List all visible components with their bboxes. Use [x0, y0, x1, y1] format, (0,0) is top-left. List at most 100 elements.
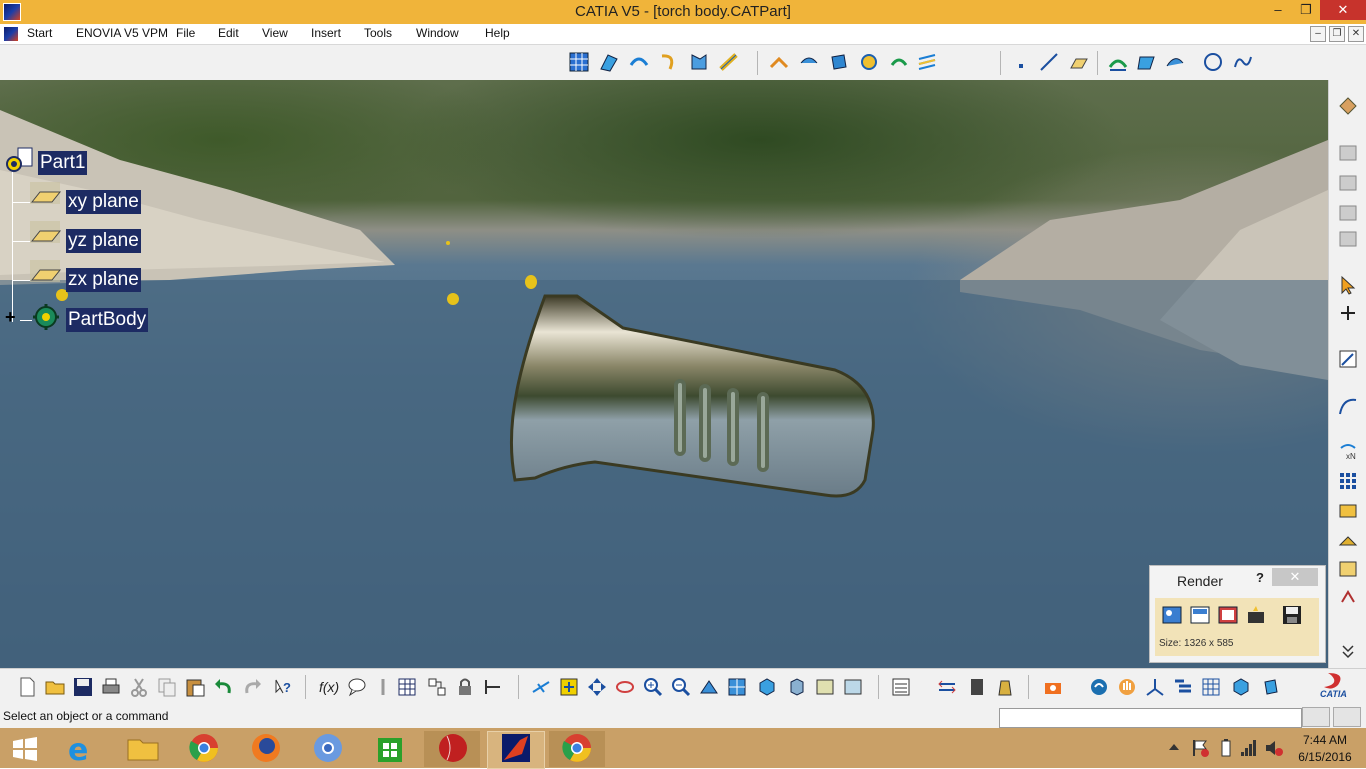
curve-icon[interactable]: [1337, 395, 1359, 417]
line-icon[interactable]: [1038, 51, 1060, 73]
pan-icon[interactable]: [586, 676, 608, 698]
measure-icon[interactable]: [482, 676, 504, 698]
shading-icon[interactable]: [786, 676, 808, 698]
copy-icon[interactable]: [156, 676, 178, 698]
refresh-icon[interactable]: [1088, 676, 1110, 698]
fly-mode-icon[interactable]: [530, 676, 552, 698]
catalog-icon[interactable]: [426, 676, 448, 698]
hide-show-icon[interactable]: [814, 676, 836, 698]
doc-close-button[interactable]: ✕: [1348, 26, 1364, 42]
join-icon[interactable]: [768, 51, 790, 73]
pattern-icon[interactable]: [1337, 470, 1359, 492]
render-shelf-icon[interactable]: [1337, 202, 1359, 224]
knowledge-icon[interactable]: [346, 676, 368, 698]
select-arrow-icon[interactable]: [1337, 274, 1359, 296]
panel-close-button[interactable]: ✕: [1272, 568, 1318, 586]
zoom-out-icon[interactable]: [670, 676, 692, 698]
extract-icon[interactable]: [888, 51, 910, 73]
render-quick-icon[interactable]: [1245, 604, 1267, 626]
menu-view[interactable]: View: [262, 26, 288, 40]
spline-icon[interactable]: [1232, 51, 1254, 73]
menu-edit[interactable]: Edit: [218, 26, 239, 40]
render-shelf-icon[interactable]: [1337, 142, 1359, 164]
store-icon[interactable]: [374, 732, 406, 764]
fillet-icon[interactable]: [916, 51, 938, 73]
doc-restore-button[interactable]: ❐: [1329, 26, 1345, 42]
grid-icon[interactable]: [1200, 676, 1222, 698]
sketch-grid-icon[interactable]: [568, 51, 590, 73]
volume-muted-icon[interactable]: [1264, 738, 1284, 758]
expand-toggle[interactable]: +: [5, 308, 16, 326]
design-table-icon[interactable]: [396, 676, 418, 698]
circle-icon[interactable]: [1202, 51, 1224, 73]
rotate-icon[interactable]: [614, 676, 636, 698]
menu-window[interactable]: Window: [416, 26, 459, 40]
tree-toggle-icon[interactable]: [1172, 676, 1194, 698]
cut-icon[interactable]: [128, 676, 150, 698]
render-image-icon[interactable]: [1161, 604, 1183, 626]
plane-icon[interactable]: [28, 258, 64, 286]
chevron-up-icon[interactable]: [1168, 742, 1180, 752]
plane-icon[interactable]: [1068, 51, 1090, 73]
menu-tools[interactable]: Tools: [364, 26, 392, 40]
command-input[interactable]: [999, 708, 1302, 728]
transform-icon[interactable]: xN: [1337, 440, 1359, 462]
parallel-curve-icon[interactable]: [1164, 51, 1186, 73]
tree-node-yz-plane[interactable]: yz plane: [66, 229, 141, 253]
windows-start-icon[interactable]: [12, 737, 38, 761]
swap-visible-space-icon[interactable]: [842, 676, 864, 698]
chrome-icon[interactable]: [188, 732, 220, 764]
command-options-button[interactable]: [1333, 707, 1361, 727]
law-icon[interactable]: [372, 676, 394, 698]
battery-icon[interactable]: [1218, 738, 1234, 758]
projection-icon[interactable]: [1107, 51, 1129, 73]
sweep-icon[interactable]: [658, 51, 680, 73]
tree-node-zx-plane[interactable]: zx plane: [66, 268, 141, 292]
whats-this-icon[interactable]: ?: [272, 676, 294, 698]
doc-minimize-button[interactable]: –: [1310, 26, 1326, 42]
minimize-button[interactable]: –: [1264, 0, 1292, 20]
part-icon[interactable]: [4, 146, 36, 176]
catia-taskbar-icon[interactable]: [500, 732, 532, 764]
split-icon[interactable]: [798, 51, 820, 73]
fit-all-icon[interactable]: [558, 676, 580, 698]
render-shelf-icon[interactable]: [1337, 172, 1359, 194]
cricket-app-icon[interactable]: [437, 732, 469, 764]
save-icon[interactable]: [72, 676, 94, 698]
trim-icon[interactable]: [828, 51, 850, 73]
view-cube-icon[interactable]: [1230, 676, 1252, 698]
scene-icon[interactable]: [994, 676, 1016, 698]
action-center-flag-icon[interactable]: [1190, 738, 1210, 758]
print-icon[interactable]: [100, 676, 122, 698]
mobile-icon[interactable]: [966, 676, 988, 698]
gear-icon[interactable]: [30, 302, 64, 332]
menu-start[interactable]: Start: [27, 26, 52, 40]
close-button[interactable]: ✕: [1320, 0, 1366, 20]
menu-enovia[interactable]: ENOVIA V5 VPM: [76, 26, 168, 40]
material-icon[interactable]: [1337, 500, 1359, 522]
menu-insert[interactable]: Insert: [311, 26, 341, 40]
3d-viewport[interactable]: Part1 xy plane yz plane zx plane + PartB…: [0, 80, 1328, 668]
open-folder-icon[interactable]: [44, 676, 66, 698]
render-shot-icon[interactable]: [1189, 604, 1211, 626]
chrome-icon[interactable]: [561, 732, 593, 764]
boundary-icon[interactable]: [858, 51, 880, 73]
camera-icon[interactable]: [1337, 586, 1359, 608]
help-button[interactable]: ?: [1256, 570, 1264, 585]
fill-surface-icon[interactable]: [688, 51, 710, 73]
tree-node-xy-plane[interactable]: xy plane: [66, 190, 141, 214]
zoom-in-icon[interactable]: [642, 676, 664, 698]
command-history-button[interactable]: [1302, 707, 1330, 727]
plane-icon[interactable]: [28, 219, 64, 247]
new-file-icon[interactable]: [16, 676, 38, 698]
menu-file[interactable]: File: [176, 26, 195, 40]
light-icon[interactable]: [1337, 530, 1359, 552]
snapshot-icon[interactable]: [1042, 676, 1064, 698]
internet-explorer-icon[interactable]: e: [64, 732, 98, 764]
isometric-view-icon[interactable]: [756, 676, 778, 698]
compass-icon[interactable]: [1144, 676, 1166, 698]
paste-icon[interactable]: [184, 676, 206, 698]
revolve-surface-icon[interactable]: [628, 51, 650, 73]
chromium-icon[interactable]: [312, 732, 344, 764]
lock-icon[interactable]: [454, 676, 476, 698]
